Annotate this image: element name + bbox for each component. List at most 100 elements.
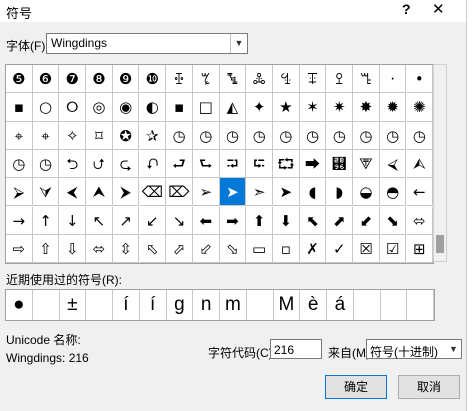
symbol-cell[interactable]: ⬋ <box>353 206 380 235</box>
symbol-cell[interactable]: ← <box>406 178 434 207</box>
symbol-cell[interactable]: ⇨ <box>6 234 33 264</box>
symbol-cell[interactable]: ⮚ <box>6 178 33 207</box>
symbol-cell[interactable]: ❽ <box>86 65 113 94</box>
symbol-cell[interactable]: ✹ <box>379 93 407 122</box>
recent-symbol-cell[interactable]: í <box>113 290 140 320</box>
symbol-cell[interactable]: ✓ <box>326 234 354 264</box>
char-code-input[interactable]: 216 <box>270 339 322 359</box>
symbol-cell[interactable]: ⮛ <box>32 178 60 207</box>
symbol-cell[interactable]: ➣ <box>246 178 273 207</box>
recent-symbol-cell[interactable] <box>407 290 434 320</box>
symbol-cell[interactable]: ➢ <box>192 178 220 207</box>
symbol-cell[interactable]: ꔀ <box>166 65 193 94</box>
recent-symbol-cell[interactable]: ● <box>6 290 33 320</box>
symbol-cell[interactable]: ◉ <box>112 93 140 122</box>
symbol-cell[interactable]: ✗ <box>299 234 327 264</box>
symbol-cell[interactable]: ◗ <box>326 178 354 207</box>
symbol-cell[interactable]: ⮑ <box>192 149 220 179</box>
symbol-cell[interactable]: ❾ <box>112 65 140 94</box>
symbol-cell[interactable]: ꔄ <box>219 65 247 94</box>
symbol-cell[interactable]: ✸ <box>353 93 380 122</box>
from-select[interactable]: 符号(十进制) ▼ <box>366 339 462 359</box>
symbol-cell[interactable]: ⬀ <box>166 234 193 264</box>
symbol-cell[interactable]: ⮌ <box>59 149 87 179</box>
ok-button[interactable]: 确定 <box>325 375 387 399</box>
symbol-cell[interactable]: ➡ <box>219 206 247 235</box>
symbol-cell[interactable]: ◷ <box>379 121 407 150</box>
symbol-cell[interactable]: ◷ <box>32 149 60 179</box>
recent-symbol-cell[interactable]: ± <box>60 290 87 320</box>
symbol-cell[interactable]: ◷ <box>6 149 33 179</box>
symbol-cell[interactable]: ◷ <box>246 121 273 150</box>
symbol-cell[interactable]: ⬃ <box>192 234 220 264</box>
symbol-cell[interactable]: ⮍ <box>86 149 113 179</box>
recent-symbol-cell[interactable]: è <box>300 290 327 320</box>
symbol-cell[interactable]: ✷ <box>326 93 354 122</box>
symbol-grid[interactable]: ❺ ❻ ❼ ❽ ❾ ❿ ꔀ ꔂ ꔄ ꔆ ꔈ ꔊ ꔌ ꔎ · • ▪ ○ ⭘ ◎ ◉ ◐ ▪ □ ◭ ✦ ★ ✶ ✷ ✸ ✹ ✺ ⌖ ⌖ ✧ ⌑ ✪ ✰ ◷ ◷… <box>5 64 434 264</box>
symbol-cell[interactable]: ❼ <box>59 65 87 94</box>
symbol-cell[interactable]: ⌑ <box>86 121 113 150</box>
symbol-cell[interactable]: ⮝ <box>86 178 113 207</box>
symbol-cell[interactable]: ◐ <box>139 93 167 122</box>
symbol-cell[interactable]: ⌖ <box>32 121 60 150</box>
symbol-cell[interactable]: ◷ <box>353 121 380 150</box>
symbol-cell[interactable]: ◎ <box>86 93 113 122</box>
recent-symbol-cell[interactable]: í <box>140 290 167 320</box>
symbol-cell[interactable]: ⬁ <box>139 234 167 264</box>
symbol-cell[interactable]: ⮜ <box>59 178 87 207</box>
recent-symbol-cell[interactable] <box>86 290 113 320</box>
symbol-cell[interactable]: ⬇ <box>273 206 300 235</box>
symbol-cell[interactable]: ⇧ <box>32 234 60 264</box>
symbol-cell[interactable]: ▭ <box>246 234 273 264</box>
symbol-cell[interactable]: ↓ <box>59 206 87 235</box>
symbol-cell[interactable]: ⮎ <box>112 149 140 179</box>
symbol-cell[interactable]: ꔊ <box>299 65 327 94</box>
symbol-cell[interactable]: ↙ <box>139 206 167 235</box>
symbol-cell[interactable]: ↘ <box>166 206 193 235</box>
symbol-cell[interactable]: ◷ <box>299 121 327 150</box>
recent-symbol-cell[interactable] <box>247 290 274 320</box>
symbol-cell[interactable]: ⮗ <box>353 149 380 179</box>
symbol-cell[interactable]: ✰ <box>139 121 167 150</box>
recent-symbol-cell[interactable] <box>381 290 408 320</box>
symbol-cell[interactable]: ☒ <box>353 234 380 264</box>
symbol-cell[interactable]: ⬉ <box>299 206 327 235</box>
symbol-cell[interactable]: ◷ <box>219 121 247 150</box>
recent-symbol-cell[interactable] <box>33 290 60 320</box>
symbol-cell[interactable]: ⮙ <box>406 149 434 179</box>
symbol-cell[interactable]: ꔆ <box>246 65 273 94</box>
symbol-cell[interactable]: ⬄ <box>86 234 113 264</box>
symbol-cell[interactable]: ★ <box>273 93 300 122</box>
symbol-cell[interactable]: ◷ <box>166 121 193 150</box>
symbol-cell[interactable]: ⌖ <box>6 121 33 150</box>
symbol-cell[interactable]: ☑ <box>379 234 407 264</box>
symbol-cell[interactable]: ⭘ <box>59 93 87 122</box>
symbol-cell[interactable]: ◷ <box>326 121 354 150</box>
recent-symbol-cell[interactable] <box>354 290 381 320</box>
symbol-cell[interactable]: → <box>6 206 33 235</box>
symbol-cell[interactable]: ⮕ <box>299 149 327 179</box>
symbol-cell[interactable]: • <box>406 65 434 94</box>
symbol-cell[interactable]: ⬅ <box>192 206 220 235</box>
symbol-cell[interactable]: ⌫ <box>139 178 167 207</box>
symbol-cell[interactable]: ◷ <box>192 121 220 150</box>
symbol-cell[interactable]: ⬆ <box>246 206 273 235</box>
symbol-cell[interactable]: ◭ <box>219 93 247 122</box>
symbol-cell[interactable]: ▪ <box>6 93 33 122</box>
symbol-cell[interactable]: ⮏ <box>139 149 167 179</box>
symbol-cell[interactable]: ⮞ <box>112 178 140 207</box>
symbol-cell[interactable]: ❺ <box>6 65 33 94</box>
symbol-cell[interactable]: ꔎ <box>353 65 380 94</box>
symbol-cell[interactable]: ⬄ <box>406 206 434 235</box>
symbol-cell[interactable]: · <box>379 65 407 94</box>
symbol-cell[interactable]: ⊞ <box>406 234 434 264</box>
symbol-cell[interactable]: ⌦ <box>166 178 193 207</box>
symbol-cell[interactable]: ⮒ <box>219 149 247 179</box>
symbol-cell[interactable]: ➤ <box>219 178 247 207</box>
symbol-cell[interactable]: ⇳ <box>112 234 140 264</box>
symbol-cell[interactable]: ⬈ <box>326 206 354 235</box>
symbol-cell[interactable]: ◷ <box>273 121 300 150</box>
symbol-cell[interactable]: ⮐ <box>166 149 193 179</box>
symbol-cell[interactable]: □ <box>192 93 220 122</box>
symbol-cell[interactable]: ⬂ <box>219 234 247 264</box>
